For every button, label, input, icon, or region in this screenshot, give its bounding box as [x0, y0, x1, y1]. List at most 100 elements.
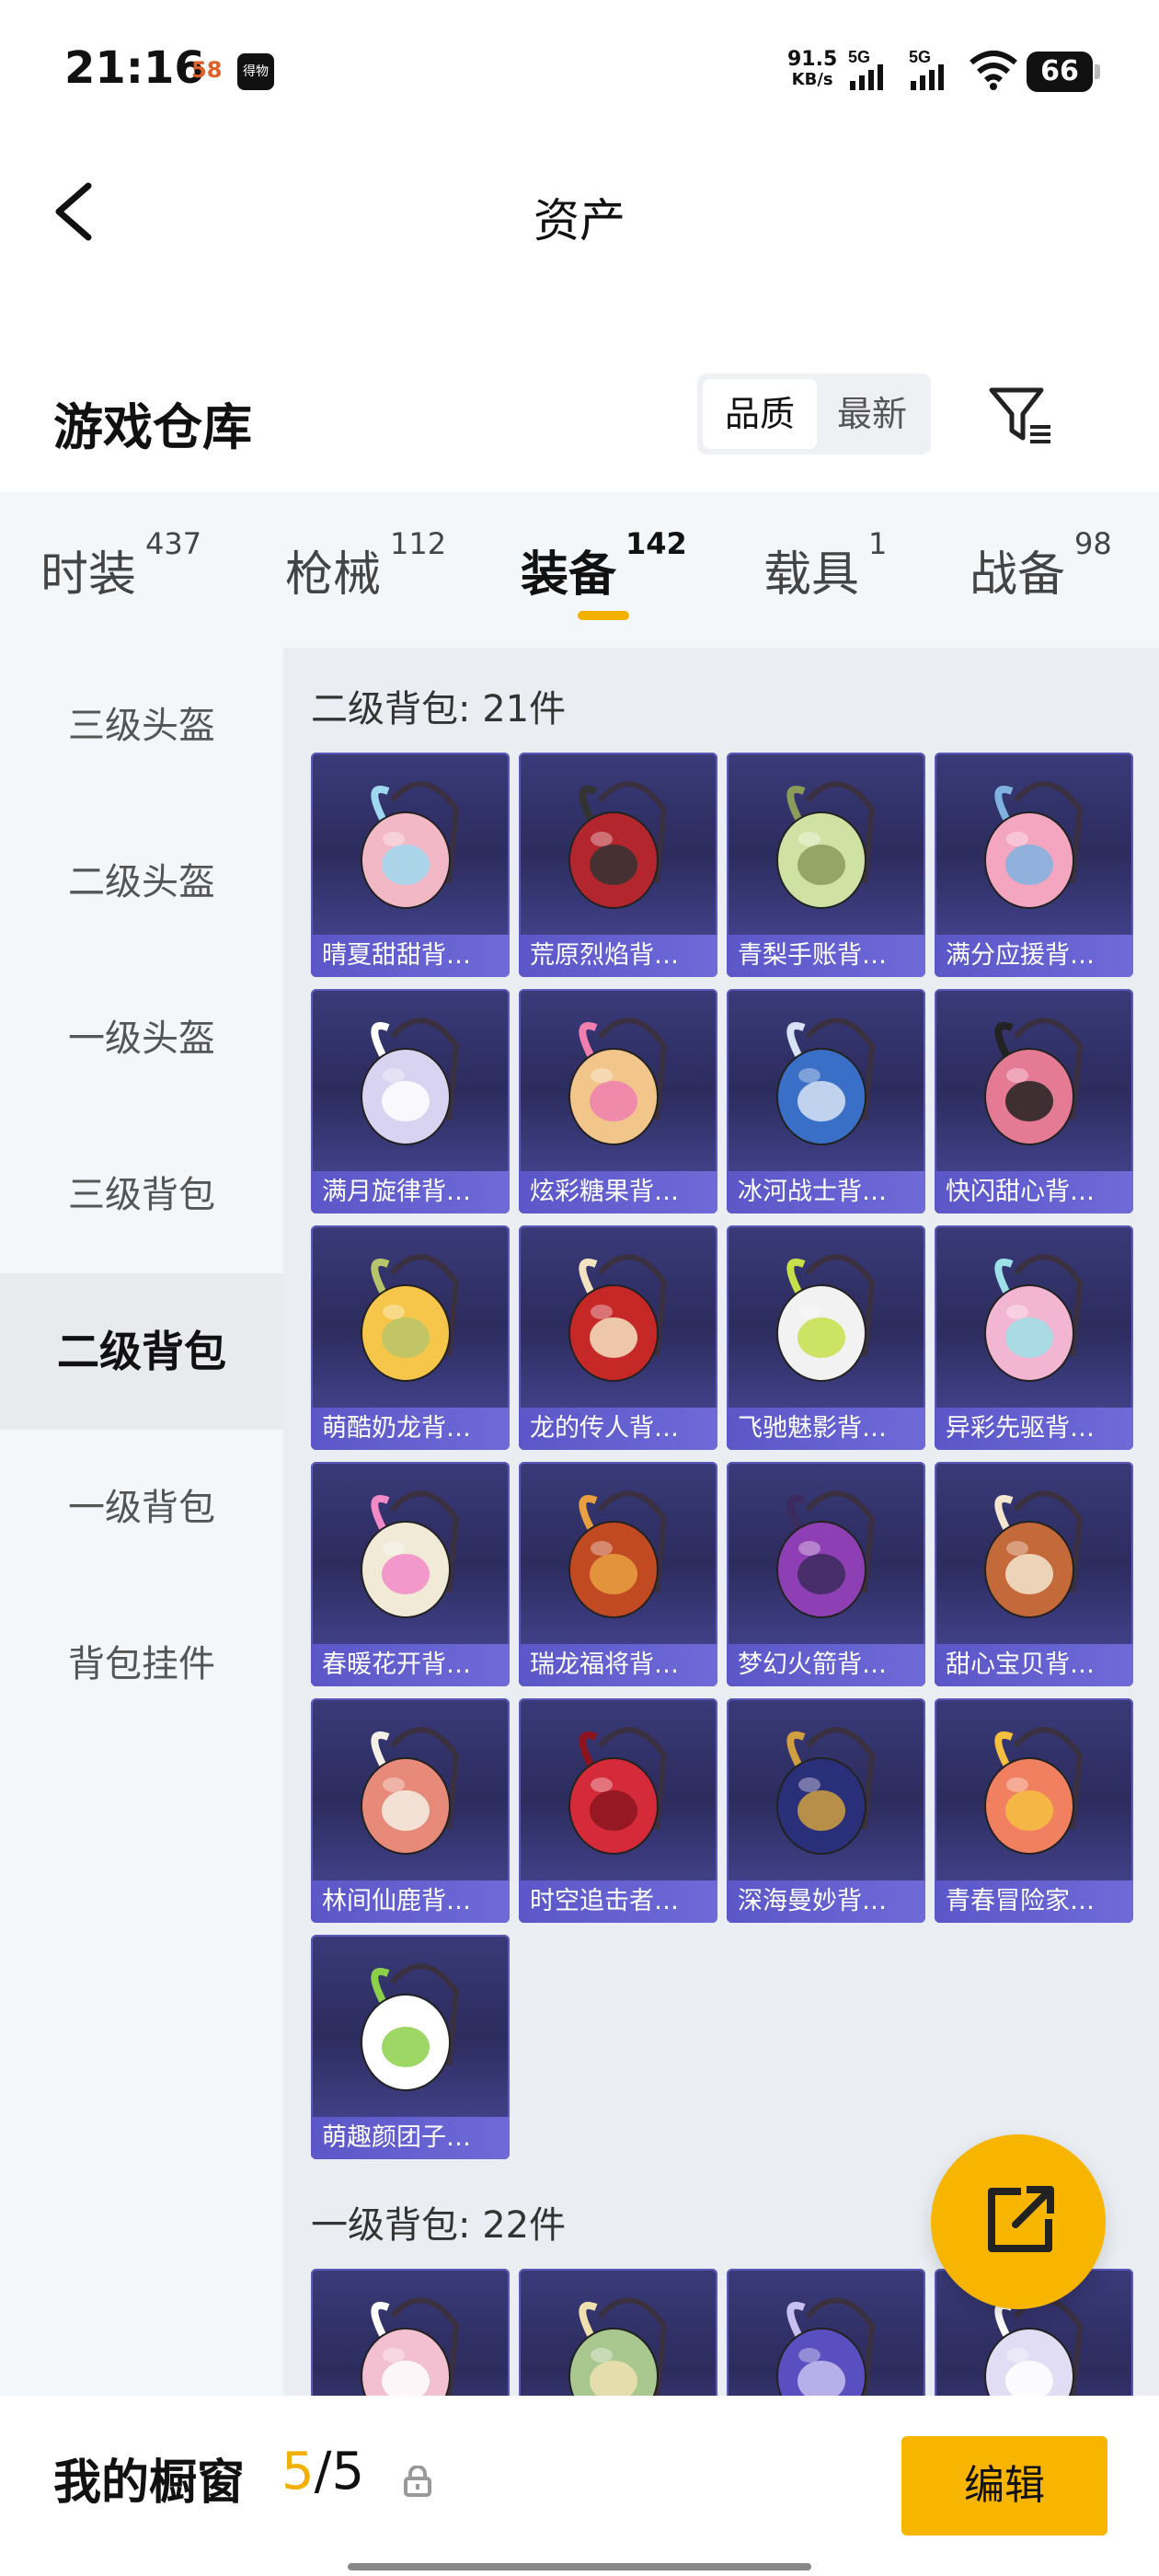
status-bar: 21:16 58 得物 91.5 KB/s 5G 5G 66: [0, 0, 1159, 147]
item-card[interactable]: 晴夏甜甜背…: [311, 753, 510, 977]
backpack-icon: [361, 1254, 460, 1382]
sort-newest-option[interactable]: 最新: [815, 379, 929, 449]
sidebar-item-level1-backpack[interactable]: 一级背包: [0, 1430, 283, 1586]
backpack-icon: [776, 1018, 876, 1145]
item-card-label: 异彩先驱背…: [935, 1408, 1133, 1450]
sidebar-item-level1-helmet[interactable]: 一级头盔: [0, 960, 283, 1117]
status-time: 21:16: [64, 42, 205, 94]
item-card[interactable]: 冰河战士背…: [727, 989, 925, 1213]
item-grid-panel: 二级背包: 21件 一级背包: 22件 晴夏甜甜背… 荒原烈焰背… 青梨手账背… 满分…: [283, 648, 1159, 2396]
backpack-icon: [984, 1727, 1084, 1855]
item-card-label: 飞驰魅影背…: [727, 1408, 925, 1450]
item-card-label: 深海曼妙背…: [727, 1880, 925, 1923]
tab-equipment[interactable]: 装备142: [521, 526, 687, 604]
backpack-icon: [776, 781, 876, 909]
svg-text:5G: 5G: [848, 48, 870, 66]
tab-fashion[interactable]: 时装437: [40, 526, 201, 604]
backpack-icon: [984, 1254, 1084, 1382]
item-card[interactable]: 快闪甜心背…: [935, 989, 1133, 1213]
subcategory-sidebar: 三级头盔 二级头盔 一级头盔 三级背包 二级背包 一级背包 背包挂件: [0, 648, 283, 2396]
item-card-label: 晴夏甜甜背…: [311, 935, 510, 977]
backpack-icon: [568, 2297, 668, 2396]
warehouse-header: 游戏仓库 品质 最新: [0, 350, 1159, 488]
tab-weapons[interactable]: 枪械112: [285, 526, 446, 604]
item-card-label: 林间仙鹿背…: [311, 1880, 510, 1923]
nav-bar: 资产: [0, 147, 1159, 276]
item-card[interactable]: 青梨手账背…: [727, 753, 925, 977]
backpack-icon: [568, 1254, 668, 1382]
backpack-icon: [361, 1490, 460, 1618]
sidebar-item-level2-backpack[interactable]: 二级背包: [0, 1273, 283, 1430]
svg-text:5G: 5G: [909, 48, 931, 66]
item-card-label: 快闪甜心背…: [935, 1171, 1133, 1213]
showcase-bar: 我的橱窗 5/5 编辑: [0, 2396, 1159, 2576]
backpack-icon: [568, 781, 668, 909]
item-card[interactable]: 甜心宝贝背…: [935, 1462, 1133, 1686]
item-card-label: 炫彩糖果背…: [519, 1171, 717, 1213]
item-card-label: 时空追击者…: [519, 1880, 717, 1923]
backpack-icon: [984, 1490, 1084, 1618]
filter-icon[interactable]: [984, 377, 1058, 451]
item-card[interactable]: 萌酷奶龙背…: [311, 1225, 510, 1450]
backpack-icon: [776, 1490, 876, 1618]
item-card-label: 春暖花开背…: [311, 1644, 510, 1686]
item-card[interactable]: 满月旋律背…: [311, 989, 510, 1213]
backpack-icon: [984, 781, 1084, 909]
item-card[interactable]: 瑞龙福将背…: [519, 1462, 717, 1686]
section-title-level1-backpack: 一级背包: 22件: [311, 2204, 567, 2247]
section-title-level2-backpack: 二级背包: 21件: [311, 688, 567, 730]
item-card[interactable]: 龙的传人背…: [519, 1225, 717, 1450]
item-card[interactable]: 春暖花开背…: [311, 1462, 510, 1686]
sidebar-item-level3-helmet[interactable]: 三级头盔: [0, 648, 283, 804]
backpack-icon: [361, 1018, 460, 1145]
item-card[interactable]: 飞驰魅影背…: [727, 1225, 925, 1450]
item-card[interactable]: [727, 2269, 925, 2396]
backpack-icon: [361, 781, 460, 909]
sort-toggle: 品质 最新: [697, 374, 931, 454]
backpack-icon: [984, 1018, 1084, 1145]
tab-supplies[interactable]: 战备98: [970, 526, 1112, 604]
item-card[interactable]: 梦幻火箭背…: [727, 1462, 925, 1686]
item-card[interactable]: 深海曼妙背…: [727, 1698, 925, 1923]
tab-vehicles[interactable]: 载具1: [763, 526, 887, 604]
sidebar-item-level3-backpack[interactable]: 三级背包: [0, 1117, 283, 1273]
warehouse-title: 游戏仓库: [53, 398, 252, 456]
item-card[interactable]: 林间仙鹿背…: [311, 1698, 510, 1923]
item-card[interactable]: [519, 2269, 717, 2396]
item-card[interactable]: 炫彩糖果背…: [519, 989, 717, 1213]
item-card[interactable]: 荒原烈焰背…: [519, 753, 717, 977]
backpack-icon: [568, 1018, 668, 1145]
backpack-icon: [776, 1727, 876, 1855]
item-card[interactable]: 青春冒险家…: [935, 1698, 1133, 1923]
item-card[interactable]: 时空追击者…: [519, 1698, 717, 1923]
item-card[interactable]: 异彩先驱背…: [935, 1225, 1133, 1450]
page-title: 资产: [534, 194, 625, 247]
backpack-icon: [568, 1727, 668, 1855]
item-card[interactable]: 满分应援背…: [935, 753, 1133, 977]
backpack-icon: [361, 1963, 460, 2091]
share-fab-button[interactable]: [931, 2134, 1106, 2309]
signal-5g-icon-2: 5G: [909, 48, 944, 90]
item-card-label: 青梨手账背…: [727, 935, 925, 977]
backpack-icon: [776, 1254, 876, 1382]
sort-quality-option[interactable]: 品质: [703, 379, 817, 449]
sidebar-item-backpack-charm[interactable]: 背包挂件: [0, 1586, 283, 1742]
showcase-count: 5/5: [281, 2442, 365, 2501]
battery-indicator: 66: [1027, 52, 1100, 92]
item-card[interactable]: [311, 2269, 510, 2396]
network-speed: 91.5 KB/s: [787, 48, 838, 90]
sidebar-item-level2-helmet[interactable]: 二级头盔: [0, 804, 283, 960]
edit-button[interactable]: 编辑: [901, 2436, 1107, 2536]
item-card[interactable]: 萌趣颜团子…: [311, 1935, 510, 2159]
lock-icon: [404, 2466, 431, 2497]
app-badge-dewu: 得物: [237, 53, 274, 90]
item-card-label: 萌趣颜团子…: [311, 2117, 510, 2159]
share-export-icon: [988, 2186, 1054, 2252]
item-card-label: 荒原烈焰背…: [519, 935, 717, 977]
item-card-label: 龙的传人背…: [519, 1408, 717, 1450]
backpack-icon: [776, 2297, 876, 2396]
app-badge-58: 58: [191, 57, 223, 83]
signal-5g-icon: 5G: [848, 48, 883, 90]
item-card-label: 满分应援背…: [935, 935, 1133, 977]
item-card-label: 甜心宝贝背…: [935, 1644, 1133, 1686]
